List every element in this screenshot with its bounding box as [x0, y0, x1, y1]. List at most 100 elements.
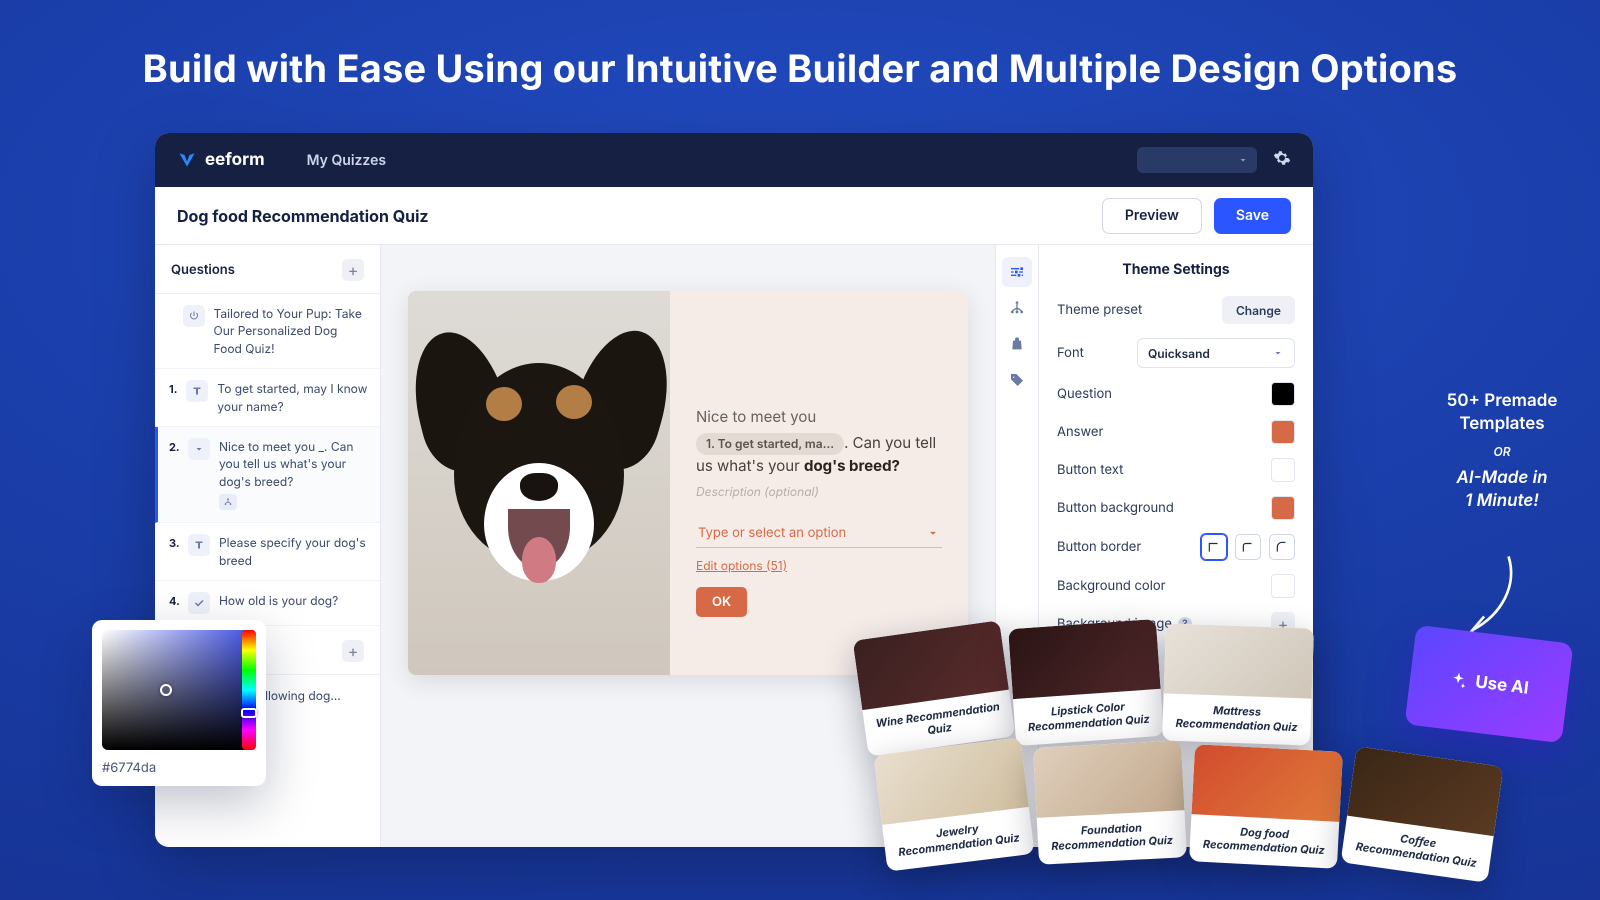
template-fan: Use AI Wine Recommendation QuizLipstick …	[840, 624, 1570, 874]
chevron-down-icon	[926, 526, 940, 540]
change-preset-button[interactable]: Change	[1222, 296, 1295, 324]
rail-products[interactable]	[1002, 329, 1032, 359]
use-ai-card[interactable]: Use AI	[1404, 625, 1573, 744]
dog-illustration	[408, 291, 670, 675]
template-card[interactable]: Wine Recommendation Quiz	[853, 620, 1016, 756]
template-card[interactable]: Dog food Recommendation Quiz	[1189, 744, 1343, 868]
logo-icon	[177, 150, 197, 170]
answer-color-swatch[interactable]	[1271, 420, 1295, 444]
promo-text: 50+ Premade Templates OR AI-Made in 1 Mi…	[1438, 390, 1566, 513]
preview-question: 1. To get started, ma…. Can you tell us …	[696, 432, 942, 478]
chevron-down-icon	[1237, 154, 1249, 166]
question-text: How old is your dog?	[219, 592, 338, 609]
settings-button[interactable]	[1273, 149, 1291, 171]
brand-logo[interactable]: eeform	[177, 150, 265, 170]
promo-line2a: AI-Made in	[1438, 467, 1566, 490]
question-type-icon	[183, 305, 205, 327]
question-number: 3.	[169, 534, 179, 569]
template-label: Dog food Recommendation Quiz	[1189, 814, 1339, 868]
question-number: 1.	[169, 380, 177, 415]
template-card[interactable]: Coffee Recommendation Quiz	[1341, 746, 1504, 882]
add-ending-button[interactable]: +	[342, 640, 364, 662]
question-number: 2.	[169, 438, 179, 511]
rail-theme[interactable]	[1002, 257, 1032, 287]
brand-text: eeform	[205, 150, 265, 170]
promo-line2b: 1 Minute!	[1438, 490, 1566, 513]
question-item-2[interactable]: 2. Nice to meet you _. Can you tell us wh…	[155, 427, 380, 523]
save-button[interactable]: Save	[1214, 198, 1291, 234]
question-item-1[interactable]: 1. To get started, may I know your name?	[155, 369, 380, 427]
quiz-title: Dog food Recommendation Quiz	[177, 206, 429, 226]
preview-button[interactable]: Preview	[1102, 198, 1202, 234]
question-text: Nice to meet you _. Can you tell us what…	[219, 438, 368, 490]
color-picker[interactable]: #6774da	[92, 620, 266, 786]
edit-options-link[interactable]: Edit options (51)	[696, 558, 942, 573]
border-square[interactable]	[1201, 534, 1227, 560]
button-bg-swatch[interactable]	[1271, 496, 1295, 520]
logic-chip-icon	[219, 494, 237, 510]
template-card[interactable]: Foundation Recommendation Quiz	[1033, 740, 1187, 864]
preview-select[interactable]: Type or select an option	[696, 519, 942, 548]
top-bar: eeform My Quizzes	[155, 133, 1313, 187]
title-bar: Dog food Recommendation Quiz Preview Sav…	[155, 187, 1313, 245]
question-color-label: Question	[1057, 386, 1112, 402]
picker-saturation[interactable]	[102, 630, 256, 750]
sparkle-icon	[1448, 670, 1468, 690]
template-label: Foundation Recommendation Quiz	[1037, 810, 1187, 864]
template-card[interactable]: Mattress Recommendation Quiz	[1162, 623, 1314, 745]
bag-icon	[1009, 336, 1025, 352]
font-value: Quicksand	[1148, 346, 1210, 361]
app-window: eeform My Quizzes Dog food Recommendatio…	[155, 133, 1313, 847]
promo-line1: 50+ Premade Templates	[1438, 390, 1566, 436]
hero-title: Build with Ease Using our Intuitive Buil…	[0, 46, 1600, 92]
picker-hue[interactable]	[242, 630, 256, 750]
question-number: 4.	[169, 592, 179, 614]
template-card[interactable]: Jewelry Recommendation Quiz	[873, 737, 1034, 871]
font-select[interactable]: Quicksand	[1137, 338, 1295, 368]
questions-header: Questions +	[155, 245, 380, 294]
bg-color-swatch[interactable]	[1271, 574, 1295, 598]
font-label: Font	[1057, 345, 1084, 361]
add-question-button[interactable]: +	[342, 259, 364, 281]
user-menu[interactable]	[1137, 147, 1257, 173]
question-item-0[interactable]: Tailored to Your Pup: Take Our Personali…	[155, 294, 380, 369]
question-text: Tailored to Your Pup: Take Our Personali…	[214, 305, 368, 357]
select-placeholder: Type or select an option	[698, 525, 846, 541]
preset-label: Theme preset	[1057, 302, 1142, 318]
border-rounded[interactable]	[1235, 534, 1261, 560]
nav-my-quizzes[interactable]: My Quizzes	[307, 152, 386, 169]
sliders-icon	[1009, 264, 1025, 280]
ok-button[interactable]: OK	[696, 587, 747, 617]
picker-hex[interactable]: #6774da	[102, 760, 256, 776]
preview-image	[408, 291, 670, 675]
promo-or: OR	[1438, 444, 1566, 459]
theme-title: Theme Settings	[1057, 261, 1295, 278]
template-card[interactable]: Lipstick Color Recommendation Quiz	[1008, 619, 1164, 746]
question-number	[169, 305, 174, 357]
preview-greeting: Nice to meet you	[696, 407, 942, 426]
template-label: Mattress Recommendation Quiz	[1162, 693, 1312, 745]
button-border-label: Button border	[1057, 539, 1141, 555]
question-type-icon	[188, 592, 210, 614]
template-thumb	[1191, 744, 1342, 822]
question-preview-card: Nice to meet you 1. To get started, ma….…	[408, 291, 968, 675]
tree-icon	[1009, 300, 1025, 316]
border-pill[interactable]	[1269, 534, 1295, 560]
gear-icon	[1273, 149, 1291, 167]
template-thumb	[1033, 740, 1184, 818]
recall-chip[interactable]: 1. To get started, ma…	[696, 433, 844, 455]
tags-icon	[1009, 372, 1025, 388]
preview-description[interactable]: Description (optional)	[696, 484, 942, 499]
question-item-3[interactable]: 3.Please specify your dog's breed	[155, 523, 380, 581]
question-type-icon	[188, 438, 210, 460]
chevron-down-icon	[1272, 347, 1284, 359]
rail-tags[interactable]	[1002, 365, 1032, 395]
question-color-swatch[interactable]	[1271, 382, 1295, 406]
question-text: To get started, may I know your name?	[217, 380, 368, 415]
rail-logic[interactable]	[1002, 293, 1032, 323]
button-text-label: Button text	[1057, 462, 1123, 478]
questions-label: Questions	[171, 262, 235, 278]
button-text-swatch[interactable]	[1271, 458, 1295, 482]
template-thumb	[1164, 623, 1314, 698]
question-type-icon	[188, 534, 210, 556]
